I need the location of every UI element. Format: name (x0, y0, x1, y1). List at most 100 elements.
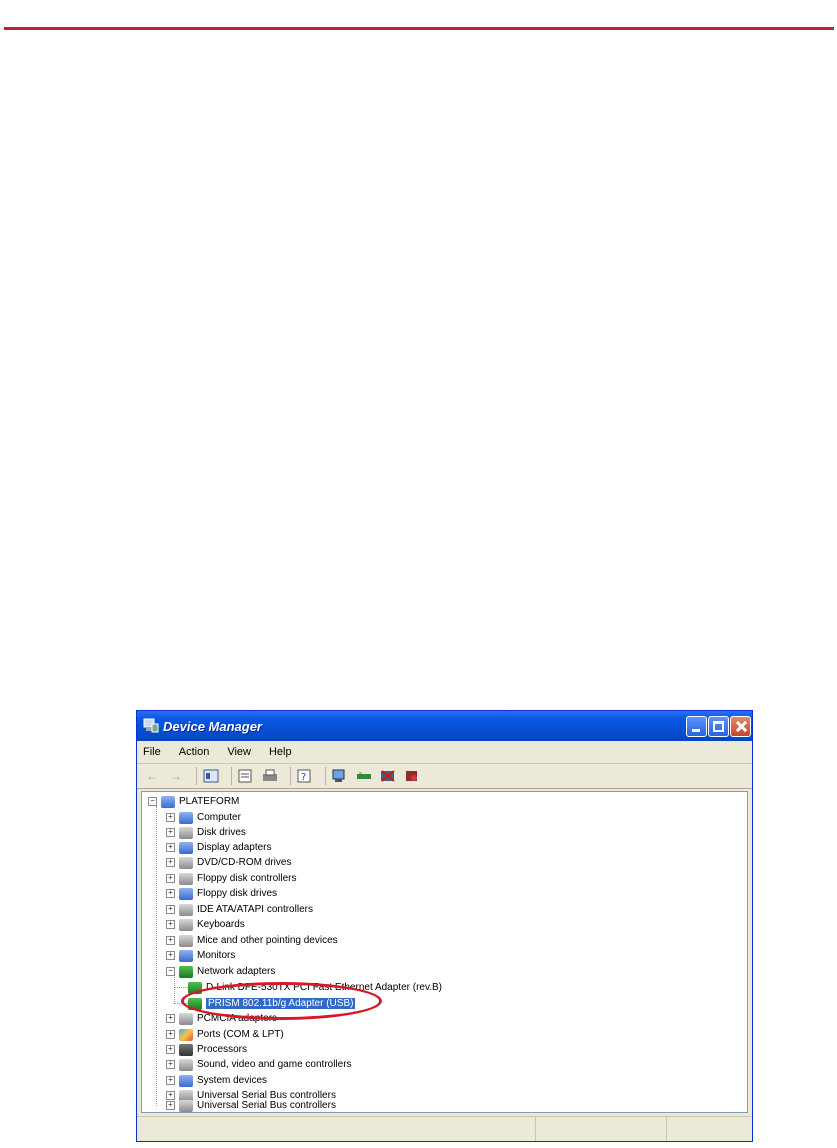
expand-icon[interactable]: + (166, 1076, 175, 1085)
tree-item-display-adapters[interactable]: + Display adapters (166, 840, 271, 855)
tree-item-ide-controllers[interactable]: + IDE ATA/ATAPI controllers (166, 902, 313, 917)
disable-device-icon[interactable] (379, 768, 397, 784)
toolbar-separator (196, 767, 197, 785)
help-icon[interactable]: ? (296, 768, 314, 784)
expand-icon[interactable]: + (166, 813, 175, 822)
menu-file[interactable]: File (137, 746, 170, 758)
expand-icon[interactable]: + (166, 905, 175, 914)
expand-icon[interactable]: + (166, 858, 175, 867)
window-title: Device Manager (163, 719, 262, 734)
tree-item-label: Sound, video and game controllers (197, 1059, 352, 1070)
floppy-drive-icon (179, 887, 193, 900)
highlight-annotation-ellipse (181, 982, 382, 1020)
tree-root[interactable]: − PLATEFORM (148, 794, 239, 809)
expand-icon[interactable]: + (166, 1101, 175, 1110)
tree-item-ports[interactable]: + Ports (COM & LPT) (166, 1027, 284, 1042)
device-manager-window: Device Manager File Action View Help ← →… (136, 710, 753, 1142)
tree-item-label: Universal Serial Bus controllers (197, 1100, 336, 1111)
expand-icon[interactable]: + (166, 828, 175, 837)
tree-item-processors[interactable]: + Processors (166, 1042, 247, 1057)
toolbar-separator (290, 767, 291, 785)
tree-root-label: PLATEFORM (179, 796, 240, 807)
tree-item-label: Processors (197, 1044, 248, 1055)
tree-item-network-adapters[interactable]: − Network adapters (166, 964, 275, 979)
expand-icon[interactable]: + (166, 1030, 175, 1039)
expand-icon[interactable]: + (166, 874, 175, 883)
menu-view[interactable]: View (218, 746, 260, 758)
ide-controller-icon (179, 903, 193, 916)
minimize-button[interactable] (686, 716, 707, 737)
toolbar-separator (231, 767, 232, 785)
network-adapter-icon (179, 965, 193, 978)
expand-icon[interactable]: + (166, 936, 175, 945)
computer-icon (179, 811, 193, 824)
uninstall-device-icon[interactable] (403, 768, 421, 784)
tree-item-label: IDE ATA/ATAPI controllers (197, 904, 313, 915)
tree-item-sound[interactable]: + Sound, video and game controllers (166, 1057, 352, 1072)
tree-item-label: DVD/CD-ROM drives (197, 857, 292, 868)
scan-hardware-icon[interactable] (331, 768, 349, 784)
tree-item-computer[interactable]: + Computer (166, 810, 241, 825)
collapse-icon[interactable]: − (166, 967, 175, 976)
close-button[interactable] (730, 716, 751, 737)
tree-item-monitors[interactable]: + Monitors (166, 948, 235, 963)
processor-icon (179, 1043, 193, 1056)
menu-bar: File Action View Help (137, 741, 752, 764)
properties-icon[interactable] (237, 768, 255, 784)
forward-arrow-icon[interactable]: → (167, 768, 185, 784)
tree-item-label: Floppy disk controllers (197, 873, 297, 884)
sound-icon (179, 1058, 193, 1071)
tree-item-label: Display adapters (197, 842, 272, 853)
tree-connector (174, 987, 188, 988)
update-driver-icon[interactable] (355, 768, 373, 784)
status-section (137, 1117, 536, 1141)
mouse-icon (179, 934, 193, 947)
print-icon[interactable] (261, 768, 279, 784)
expand-icon[interactable]: + (166, 951, 175, 960)
expand-icon[interactable]: + (166, 843, 175, 852)
system-device-icon (179, 1074, 193, 1087)
status-section (667, 1117, 752, 1141)
toolbar-separator (325, 767, 326, 785)
tree-item-label: Monitors (197, 950, 236, 961)
toolbar: ← → ? (137, 764, 752, 789)
show-hide-tree-icon[interactable] (202, 768, 220, 784)
device-manager-icon (143, 718, 159, 733)
pcmcia-icon (179, 1012, 193, 1025)
expand-icon[interactable]: + (166, 1014, 175, 1023)
collapse-icon[interactable]: − (148, 797, 157, 806)
cdrom-icon (179, 856, 193, 869)
back-arrow-icon[interactable]: ← (143, 768, 161, 784)
tree-item-label: Computer (197, 812, 241, 823)
tree-item-usb-controllers-2[interactable]: + Universal Serial Bus controllers (166, 1098, 336, 1113)
expand-icon[interactable]: + (166, 1060, 175, 1069)
disk-drive-icon (179, 826, 193, 839)
usb-icon (179, 1099, 193, 1112)
tree-connector (156, 806, 157, 1106)
tree-item-disk-drives[interactable]: + Disk drives (166, 825, 246, 840)
tree-item-system-devices[interactable]: + System devices (166, 1073, 267, 1088)
title-bar[interactable]: Device Manager (137, 711, 752, 741)
svg-text:?: ? (301, 772, 306, 783)
display-adapter-icon (179, 841, 193, 854)
expand-icon[interactable]: + (166, 889, 175, 898)
tree-item-mice[interactable]: + Mice and other pointing devices (166, 933, 338, 948)
tree-item-floppy-controllers[interactable]: + Floppy disk controllers (166, 871, 296, 886)
tree-item-label: System devices (197, 1075, 268, 1086)
tree-item-floppy-drives[interactable]: + Floppy disk drives (166, 886, 277, 901)
expand-icon[interactable]: + (166, 1045, 175, 1054)
maximize-button[interactable] (708, 716, 729, 737)
tree-item-dvd-cdrom[interactable]: + DVD/CD-ROM drives (166, 855, 291, 870)
tree-item-label: Floppy disk drives (197, 888, 278, 899)
computer-root-icon (161, 795, 175, 808)
expand-icon[interactable]: + (166, 920, 175, 929)
tree-item-label: Network adapters (197, 966, 276, 977)
status-section (536, 1117, 667, 1141)
menu-action[interactable]: Action (170, 746, 219, 758)
menu-help[interactable]: Help (260, 746, 301, 758)
keyboard-icon (179, 918, 193, 931)
device-tree: − PLATEFORM + Computer + Disk drives + D… (141, 791, 748, 1113)
tree-item-keyboards[interactable]: + Keyboards (166, 917, 245, 932)
tree-item-label: Ports (COM & LPT) (197, 1029, 284, 1040)
port-icon (179, 1028, 193, 1041)
